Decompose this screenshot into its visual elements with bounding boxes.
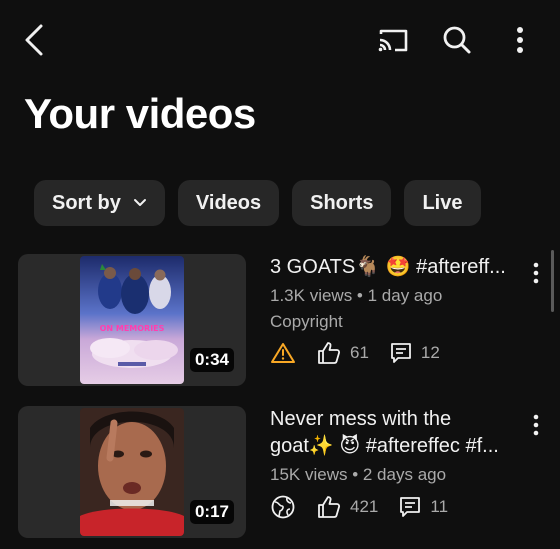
video-thumbnail[interactable]: 0:17 [18,406,246,538]
likes-stat: 421 [316,495,378,519]
chevron-down-icon [133,198,147,208]
thumbnail-overlay-text: ON MEMORIES [100,324,165,333]
comments-stat: 11 [398,495,448,519]
back-button[interactable] [14,20,54,60]
warning-icon [270,342,296,364]
search-icon [442,25,472,55]
comment-icon [389,341,413,365]
thumbnail-image [80,408,184,536]
thumbnail-image: ON MEMORIES [80,256,184,384]
thumbs-up-icon [316,341,342,365]
more-vertical-icon [533,414,539,436]
thumbs-up-icon [316,495,342,519]
your-videos-screen: Your videos Sort by Videos Shorts Live O… [0,0,560,549]
video-views-date: 15K views • 2 days ago [270,465,447,484]
visibility-public[interactable] [270,494,296,520]
likes-stat: 61 [316,341,369,365]
video-stats: 421 11 [270,494,520,520]
video-more-button[interactable] [526,258,546,288]
comments-count: 11 [430,497,449,516]
shorts-chip[interactable]: Shorts [292,180,392,226]
copyright-warning[interactable] [270,342,296,364]
video-meta: Never mess with the goat✨ 😈 #aftereffec … [270,406,520,520]
video-views-date: 1.3K views • 1 day ago [270,286,443,305]
video-title-line-2: goat✨ 😈 #aftereffec #f... [270,435,499,457]
filter-chips: Sort by Videos Shorts Live [34,180,481,226]
sort-by-label: Sort by [52,191,121,214]
search-button[interactable] [436,20,478,60]
likes-count: 421 [350,497,379,516]
comment-icon [398,495,422,519]
videos-chip-label: Videos [195,191,262,214]
cast-button[interactable] [372,20,414,60]
live-chip-label: Live [422,191,463,214]
video-item[interactable]: 0:17 Never mess with the goat✨ 😈 #aftere… [0,406,560,540]
video-title-line-1: Never mess with the [270,408,452,430]
page-title: Your videos [24,90,256,137]
duration-badge: 0:17 [189,500,234,524]
comments-stat: 12 [389,341,440,365]
duration-badge: 0:34 [189,348,234,372]
video-more-button[interactable] [526,410,546,440]
live-chip[interactable]: Live [404,180,481,226]
video-thumbnail[interactable]: ON MEMORIES 0:34 [18,254,246,386]
shorts-chip-label: Shorts [310,191,374,214]
copyright-label: Copyright [270,312,343,331]
video-meta: 3 GOATS🐐 🤩 #aftereff... 1.3K views • 1 d… [270,254,520,365]
more-vertical-icon [533,262,539,284]
video-title: 3 GOATS🐐 🤩 #aftereff... [270,256,506,278]
more-vertical-icon [516,26,524,54]
likes-count: 61 [350,343,369,362]
sort-by-chip[interactable]: Sort by [34,180,165,226]
videos-chip[interactable]: Videos [177,180,280,226]
more-options-button[interactable] [500,20,540,60]
video-item[interactable]: ON MEMORIES 0:34 3 GOATS🐐 🤩 #aftereff...… [0,254,560,388]
globe-icon [270,494,296,520]
back-icon [23,23,45,57]
video-stats: 61 12 [270,341,520,365]
comments-count: 12 [420,343,440,362]
cast-icon [377,27,409,53]
top-bar [0,0,560,80]
